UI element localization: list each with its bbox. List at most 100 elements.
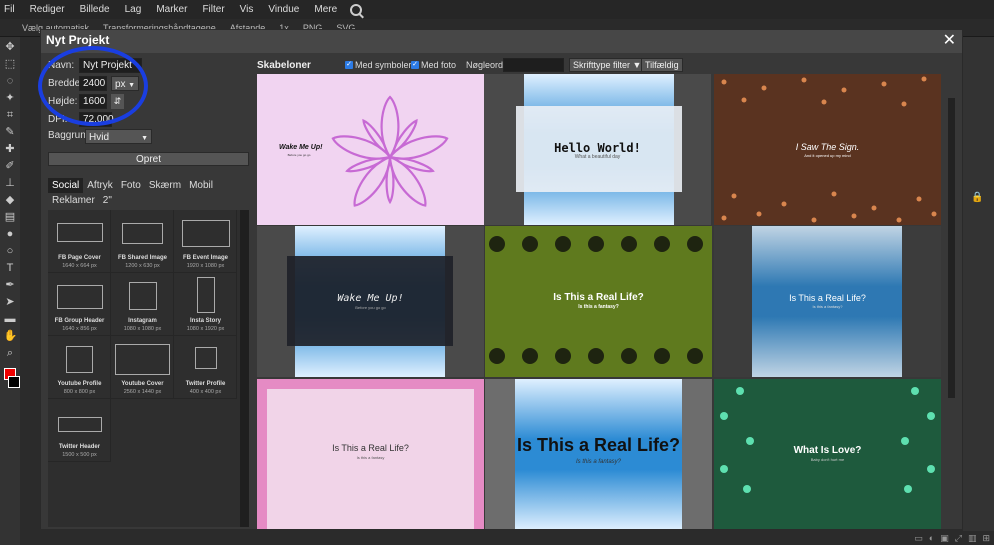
template-card[interactable]: Is This a Real Life? Is this a fantasy bbox=[257, 379, 484, 529]
status-icon-f[interactable]: ⊞ bbox=[982, 533, 990, 544]
tab-social[interactable]: Social bbox=[48, 178, 84, 193]
preset-item[interactable]: FB Page Cover 1640 x 664 px bbox=[48, 210, 111, 273]
lasso-tool-icon[interactable]: ◌ bbox=[4, 75, 17, 88]
hand-tool-icon[interactable]: ✋ bbox=[4, 330, 18, 343]
brush-tool-icon[interactable]: ✐ bbox=[4, 160, 17, 173]
unit-select[interactable]: px bbox=[111, 76, 139, 92]
status-icon-c[interactable]: ▣ bbox=[940, 533, 949, 544]
preset-item[interactable]: Youtube Cover 2560 x 1440 px bbox=[111, 336, 174, 399]
zoom-tool-icon[interactable]: ⌕ bbox=[4, 347, 17, 360]
status-icon-a[interactable]: ▭ bbox=[914, 533, 923, 544]
preset-item[interactable]: Insta Story 1080 x 1920 px bbox=[174, 273, 237, 336]
path-select-icon[interactable]: ➤ bbox=[4, 296, 17, 309]
tab-screen[interactable]: Skærm bbox=[145, 178, 185, 193]
with-photo-label: Med foto bbox=[421, 60, 457, 70]
tab-print[interactable]: Aftryk bbox=[83, 178, 117, 193]
stamp-tool-icon[interactable]: ⊥ bbox=[4, 177, 17, 190]
menu-filter[interactable]: Filter bbox=[202, 4, 224, 15]
preset-scrollbar[interactable] bbox=[240, 210, 249, 527]
menu-view[interactable]: Vis bbox=[240, 4, 254, 15]
preset-size: 400 x 400 px bbox=[189, 389, 222, 395]
templates-scrollbar[interactable] bbox=[948, 98, 955, 398]
templates-title: Skabeloner bbox=[257, 60, 311, 71]
tab-ads[interactable]: Reklamer bbox=[48, 193, 99, 208]
preset-name: Twitter Profile bbox=[185, 381, 226, 387]
magic-wand-icon[interactable]: ✦ bbox=[4, 92, 17, 105]
move-tool-icon[interactable]: ✥ bbox=[4, 41, 17, 54]
healing-tool-icon[interactable]: ✚ bbox=[4, 143, 17, 156]
dpi-input[interactable]: 72.000 bbox=[79, 112, 114, 127]
status-icon-e[interactable]: ▥ bbox=[968, 533, 977, 544]
preset-item[interactable]: Instagram 1080 x 1080 px bbox=[111, 273, 174, 336]
keyword-input[interactable] bbox=[503, 58, 564, 72]
menu-more[interactable]: Mere bbox=[314, 4, 337, 15]
preset-name: FB Shared Image bbox=[117, 255, 167, 261]
width-input[interactable]: 2400 bbox=[79, 76, 107, 91]
template-card[interactable]: What Is Love? Baby don't hurt me bbox=[714, 379, 941, 529]
template-subtitle: Is this a fantasy? bbox=[575, 459, 622, 465]
menu-layer[interactable]: Lag bbox=[125, 4, 142, 15]
menu-window[interactable]: Vindue bbox=[268, 4, 299, 15]
template-card[interactable]: Is This a Real Life? Is this a fantasy? bbox=[485, 379, 712, 529]
dialog-body: Navn: Nyt Projekt Bredde: 2400 px Højde:… bbox=[41, 53, 962, 529]
templates-grid: Wake Me Up! Before you go go Hello World… bbox=[257, 74, 941, 529]
template-subtitle: Before you go go bbox=[355, 305, 386, 310]
height-input[interactable]: 1600 bbox=[79, 94, 107, 109]
preset-item[interactable]: Twitter Header 1500 x 500 px bbox=[48, 399, 111, 462]
text-tool-icon[interactable]: T bbox=[4, 262, 17, 275]
tab-inches[interactable]: 2" bbox=[99, 193, 116, 208]
preset-size: 1200 x 630 px bbox=[125, 263, 160, 269]
lock-icon[interactable]: 🔒 bbox=[971, 192, 983, 203]
menu-edit[interactable]: Rediger bbox=[30, 4, 65, 15]
menu-file[interactable]: Fil bbox=[4, 4, 15, 15]
preset-item[interactable]: FB Shared Image 1200 x 630 px bbox=[111, 210, 174, 273]
with-photo-checkbox[interactable]: ✓ Med foto bbox=[411, 60, 456, 70]
right-panel: 🔒 bbox=[963, 37, 994, 545]
template-card[interactable]: Hello World! What a beautiful day bbox=[484, 74, 711, 225]
blur-tool-icon[interactable]: ● bbox=[4, 228, 17, 241]
background-select[interactable]: Hvid bbox=[85, 129, 152, 145]
gradient-tool-icon[interactable]: ▤ bbox=[4, 211, 17, 224]
template-card[interactable]: Wake Me Up! Before you go go bbox=[257, 226, 484, 377]
preset-item[interactable]: Youtube Profile 800 x 800 px bbox=[48, 336, 111, 399]
with-symbols-checkbox[interactable]: ✓ Med symboler bbox=[345, 60, 412, 70]
pen-tool-icon[interactable]: ✒ bbox=[4, 279, 17, 292]
template-card[interactable]: Is This a Real Life? Is this a fantasy? bbox=[485, 226, 712, 377]
random-button[interactable]: Tilfældig bbox=[641, 58, 683, 72]
preset-shape bbox=[58, 417, 102, 432]
template-title: Is This a Real Life? bbox=[516, 435, 681, 455]
name-input[interactable]: Nyt Projekt bbox=[79, 58, 142, 73]
menu-image[interactable]: Billede bbox=[80, 4, 110, 15]
font-filter-button[interactable]: Skrifttype filter ▼ bbox=[569, 58, 646, 72]
marquee-tool-icon[interactable]: ⬚ bbox=[4, 58, 17, 71]
tab-mobile[interactable]: Mobil bbox=[185, 178, 217, 193]
preset-item[interactable]: FB Event Image 1920 x 1080 px bbox=[174, 210, 237, 273]
tab-photo[interactable]: Foto bbox=[117, 178, 145, 193]
search-icon[interactable] bbox=[350, 3, 363, 16]
create-button[interactable]: Opret bbox=[48, 152, 249, 166]
close-icon[interactable]: ✕ bbox=[943, 30, 956, 50]
template-title: What Is Love? bbox=[793, 445, 862, 456]
shape-tool-icon[interactable]: ▬ bbox=[4, 313, 17, 326]
preset-name: FB Page Cover bbox=[58, 255, 101, 261]
template-title: I Saw The Sign. bbox=[795, 142, 860, 152]
preset-item[interactable]: Twitter Profile 400 x 400 px bbox=[174, 336, 237, 399]
preset-name: Insta Story bbox=[189, 318, 221, 324]
template-card[interactable]: I Saw The Sign. And it opened up my mind bbox=[714, 74, 941, 225]
template-card[interactable]: Is This a Real Life? Is this a fantasy? bbox=[714, 226, 941, 377]
crop-tool-icon[interactable]: ⌗ bbox=[4, 109, 17, 122]
preset-shape bbox=[57, 223, 103, 242]
preset-size: 1920 x 1080 px bbox=[186, 263, 225, 269]
keyword-label: Nøgleord: bbox=[466, 60, 506, 70]
menu-select[interactable]: Marker bbox=[156, 4, 187, 15]
eyedropper-icon[interactable]: ✎ bbox=[4, 126, 17, 139]
status-icon-d[interactable]: ⤢ bbox=[955, 533, 962, 544]
dodge-tool-icon[interactable]: ○ bbox=[4, 245, 17, 258]
preset-item[interactable]: FB Group Header 1640 x 856 px bbox=[48, 273, 111, 336]
status-icon-b[interactable]: ◐ bbox=[929, 533, 934, 543]
template-card[interactable]: Wake Me Up! Before you go go bbox=[257, 74, 484, 225]
template-title: Is This a Real Life? bbox=[789, 293, 866, 303]
swap-dimensions-button[interactable]: ⇵ bbox=[111, 94, 124, 109]
eraser-tool-icon[interactable]: ◆ bbox=[4, 194, 17, 207]
background-color-swatch[interactable] bbox=[8, 376, 20, 388]
